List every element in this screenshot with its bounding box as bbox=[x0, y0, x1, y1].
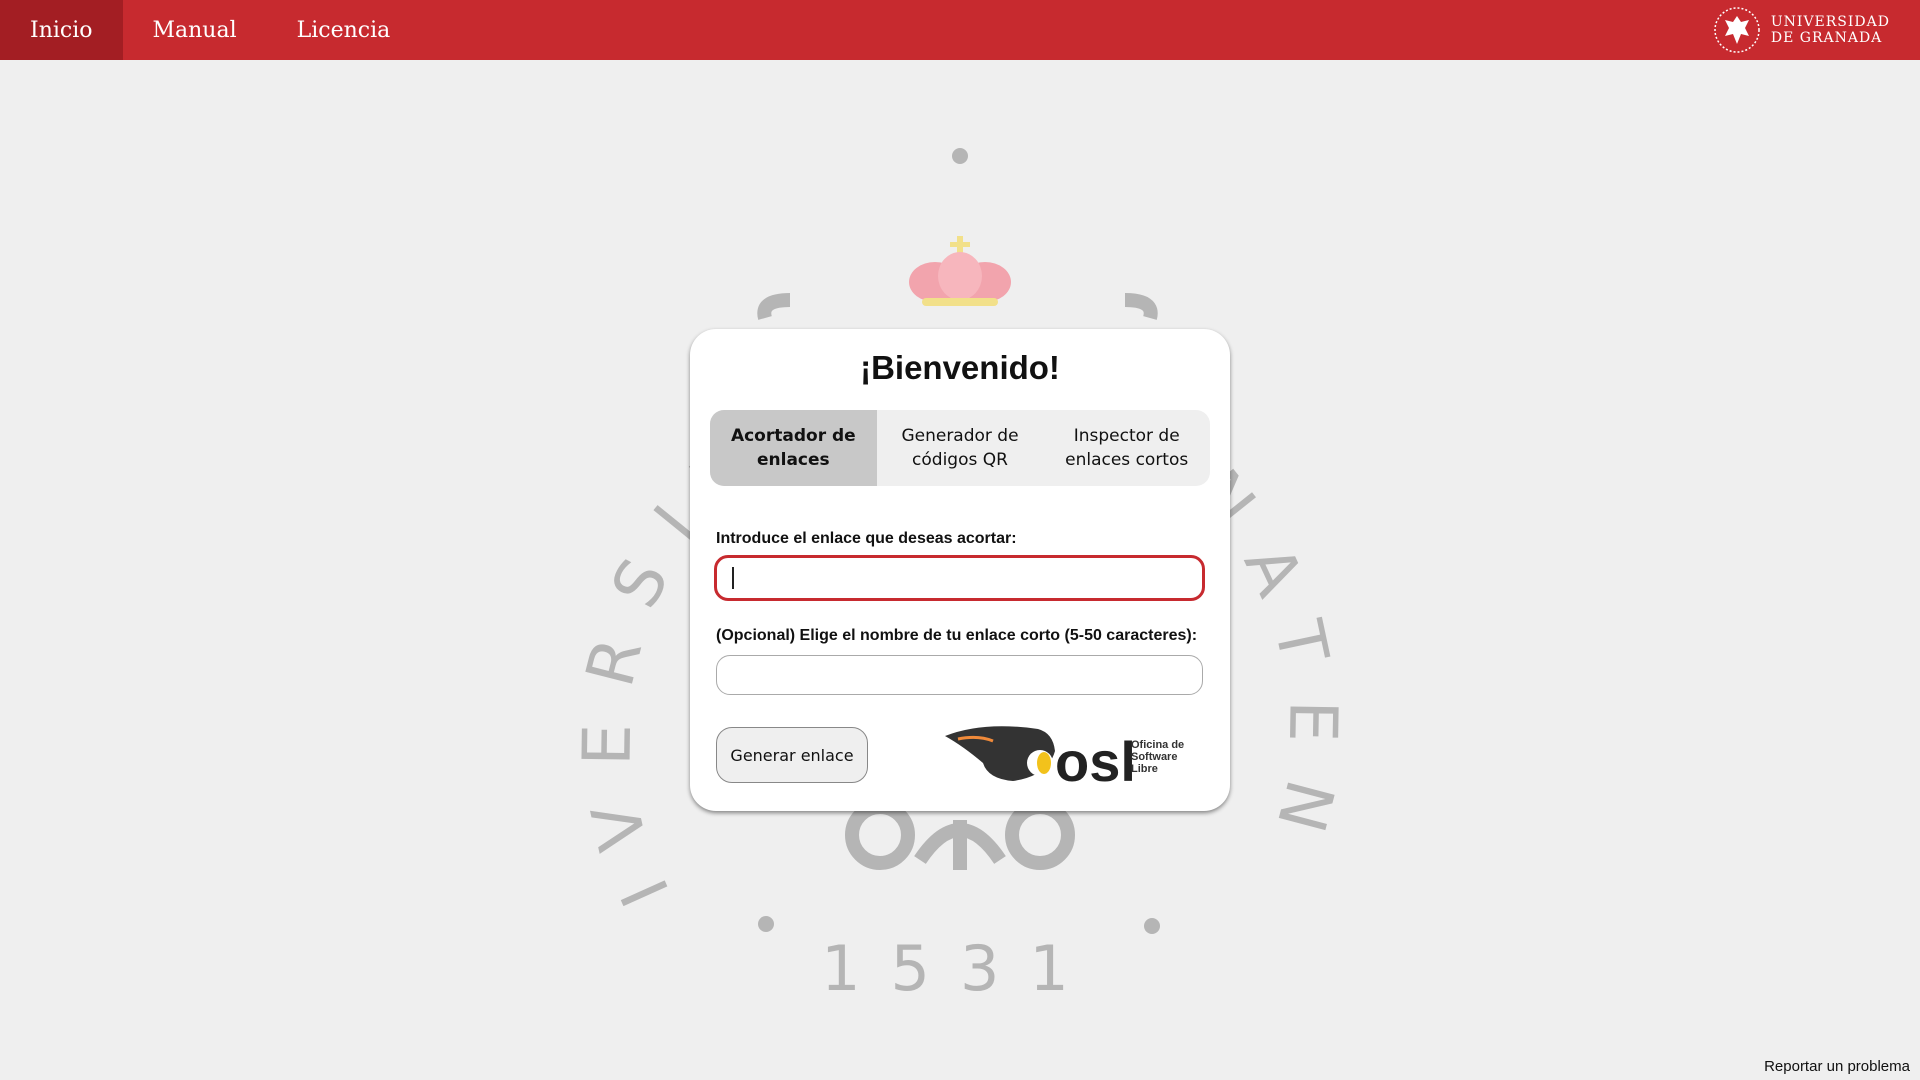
osl-line-3: Libre bbox=[1131, 763, 1158, 775]
seal-year: 1531 bbox=[821, 932, 1099, 1005]
top-navigation-bar: Inicio Manual Licencia UNIVERSIDAD DE GR… bbox=[0, 0, 1920, 60]
nav-manual-link[interactable]: Manual bbox=[123, 0, 267, 60]
crown-icon bbox=[909, 236, 1011, 306]
tab-short-link-inspector[interactable]: Inspector de enlaces cortos bbox=[1043, 410, 1210, 486]
alias-field-label: (Opcional) Elige el nombre de tu enlace … bbox=[716, 627, 1198, 644]
tab-link-shortener[interactable]: Acortador de enlaces bbox=[710, 410, 877, 486]
url-input[interactable] bbox=[714, 555, 1205, 601]
brand-line-1: UNIVERSIDAD bbox=[1770, 14, 1890, 30]
tool-tabs: Acortador de enlaces Generador de código… bbox=[710, 410, 1210, 486]
generate-link-button[interactable]: Generar enlace bbox=[716, 727, 868, 783]
university-name: UNIVERSIDAD DE GRANADA bbox=[1771, 14, 1890, 46]
alias-input[interactable] bbox=[716, 655, 1203, 695]
university-brand-logo[interactable]: UNIVERSIDAD DE GRANADA bbox=[1713, 6, 1890, 54]
nav-inicio-link[interactable]: Inicio bbox=[0, 0, 123, 60]
tab-qr-generator[interactable]: Generador de códigos QR bbox=[877, 410, 1044, 486]
nav-licencia-link[interactable]: Licencia bbox=[267, 0, 421, 60]
osl-caption: Oficina de Software Libre bbox=[1131, 739, 1184, 775]
report-problem-link[interactable]: Reportar un problema bbox=[1764, 1058, 1910, 1075]
text-caret bbox=[732, 567, 734, 589]
osl-line-2: Software bbox=[1131, 751, 1178, 763]
shortener-card: ¡Bienvenido! Acortador de enlaces Genera… bbox=[690, 329, 1230, 811]
svg-text:osl: osl bbox=[1055, 730, 1136, 787]
osl-logo[interactable]: osl Oficina de Software Libre bbox=[943, 721, 1193, 793]
url-field-label: Introduce el enlace que deseas acortar: bbox=[716, 530, 1017, 547]
welcome-title: ¡Bienvenido! bbox=[860, 349, 1060, 386]
university-crest-icon bbox=[1714, 7, 1760, 53]
brand-line-2: DE GRANADA bbox=[1770, 30, 1883, 46]
osl-line-1: Oficina de bbox=[1131, 739, 1185, 751]
